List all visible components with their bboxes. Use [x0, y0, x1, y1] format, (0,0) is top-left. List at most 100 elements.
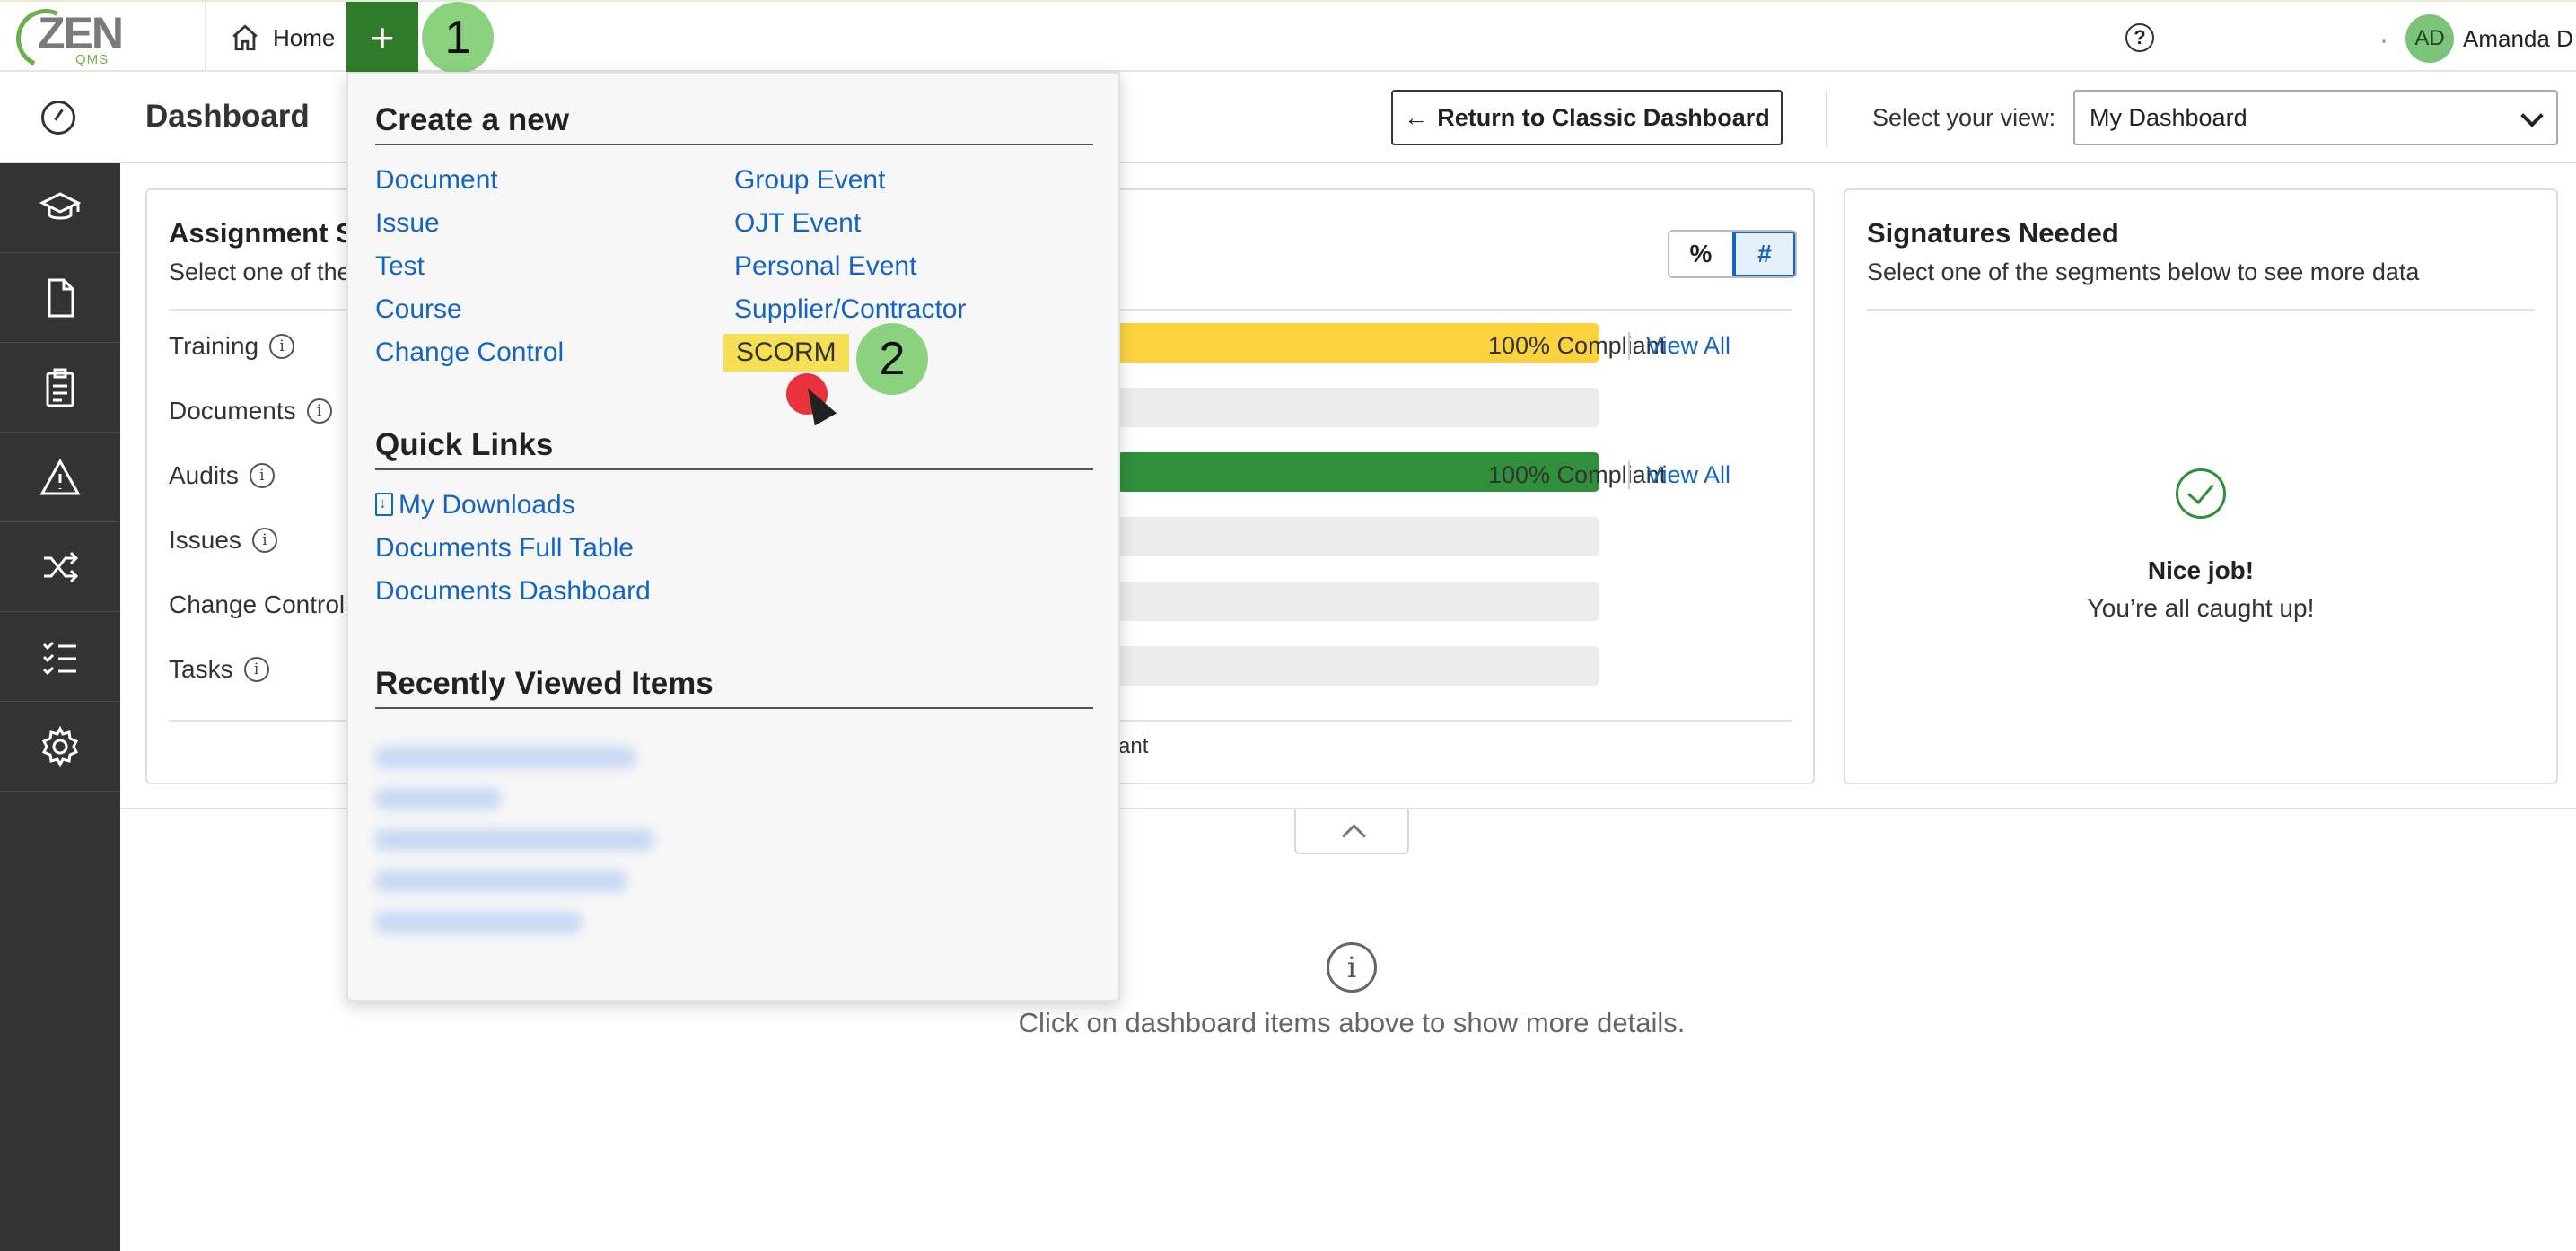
sidebar	[0, 163, 120, 1251]
return-button-label: Return to Classic Dashboard	[1437, 103, 1770, 131]
user-name[interactable]: Amanda D	[2463, 25, 2573, 53]
view-select-value: My Dashboard	[2090, 103, 2247, 131]
signatures-card-title: Signatures Needed	[1867, 217, 2119, 249]
nice-job-text: Nice job!	[2147, 556, 2255, 584]
caught-up-text: You’re all caught up!	[2087, 594, 2315, 622]
dashboard-gauge-icon	[41, 101, 75, 135]
row-label-training[interactable]: Training i	[169, 332, 295, 361]
return-classic-dashboard-button[interactable]: ← Return to Classic Dashboard	[1391, 90, 1783, 145]
row-label-audits[interactable]: Audits i	[169, 461, 275, 490]
gear-icon	[41, 725, 79, 767]
logo-subtext: QMS	[75, 52, 110, 67]
zen-qms-logo[interactable]: ZEN QMS	[7, 0, 124, 77]
arrow-left-icon: ←	[1404, 103, 1429, 131]
step-marker-1: 1	[422, 2, 494, 74]
recent-item-blurred[interactable]	[375, 788, 501, 809]
recent-item-blurred[interactable]	[375, 912, 582, 933]
sidebar-item-training[interactable]	[0, 163, 120, 253]
collapse-chevron-up-button[interactable]	[1294, 809, 1409, 854]
create-personal-event-link[interactable]: Personal Event	[734, 251, 916, 282]
chevron-down-icon	[2520, 104, 2544, 127]
info-icon[interactable]: i	[249, 463, 275, 488]
create-change-control-link[interactable]: Change Control	[375, 337, 564, 368]
toggle-percent[interactable]: %	[1669, 232, 1732, 276]
card-divider	[1867, 309, 2535, 311]
row-label-text: Audits	[169, 461, 239, 489]
row-label-text: Documents	[169, 397, 296, 424]
shuffle-icon	[44, 551, 79, 582]
create-scorm-link[interactable]: SCORM	[723, 334, 849, 372]
toggle-count[interactable]: #	[1732, 232, 1795, 276]
graduation-cap-icon	[39, 191, 82, 219]
create-new-dropdown: Create a new Document Issue Test Course …	[346, 72, 1120, 1002]
avatar[interactable]: AD	[2405, 14, 2454, 63]
heading-rule	[375, 468, 1093, 470]
recently-viewed-heading: Recently Viewed Items	[375, 666, 714, 701]
recent-item-blurred[interactable]	[375, 829, 653, 851]
documents-full-table-link[interactable]: Documents Full Table	[375, 533, 634, 564]
heading-rule	[375, 144, 1093, 145]
row-label-text: Tasks	[169, 655, 233, 683]
check-circle-icon	[2176, 468, 2226, 519]
row-label-issues[interactable]: Issues i	[169, 526, 277, 555]
create-test-link[interactable]: Test	[375, 251, 425, 282]
row-label-tasks[interactable]: Tasks i	[169, 655, 269, 684]
create-new-button[interactable]: +	[346, 2, 418, 74]
assignment-card-title: Assignment St	[169, 217, 364, 249]
create-supplier-contractor-link[interactable]: Supplier/Contractor	[734, 294, 966, 325]
info-icon: i	[1327, 942, 1377, 993]
bar-change-controls[interactable]	[1117, 582, 1599, 621]
bar-tasks[interactable]	[1117, 646, 1599, 686]
my-downloads-label: My Downloads	[399, 490, 575, 520]
download-icon	[375, 493, 393, 516]
sidebar-item-settings[interactable]	[0, 702, 120, 792]
row-label-text: Training	[169, 332, 259, 360]
view-select-label: Select your view:	[1872, 104, 2056, 131]
create-new-heading: Create a new	[375, 102, 569, 137]
row-label-documents[interactable]: Documents i	[169, 397, 332, 425]
my-downloads-link[interactable]: My Downloads	[375, 490, 575, 521]
home-tab[interactable]: Home	[205, 2, 348, 74]
info-icon[interactable]: i	[243, 657, 269, 682]
heading-rule	[375, 707, 1093, 709]
assignment-card-subtitle: Select one of the	[169, 258, 351, 285]
page-title: Dashboard	[145, 99, 310, 134]
checklist-icon	[42, 641, 76, 675]
view-all-audits-link[interactable]: View All	[1628, 461, 1730, 489]
create-issue-link[interactable]: Issue	[375, 208, 440, 239]
top-bar: ZEN QMS Home + 1 ? AD Amanda D	[0, 0, 2576, 77]
sidebar-item-audits[interactable]	[0, 343, 120, 433]
create-ojt-event-link[interactable]: OJT Event	[734, 208, 861, 239]
header-divider	[1826, 90, 1827, 147]
bar-issues[interactable]	[1117, 517, 1599, 556]
row-label-text: Change Controls	[169, 591, 358, 618]
details-hint: Click on dashboard items above to show m…	[1018, 1007, 1686, 1038]
create-course-link[interactable]: Course	[375, 294, 462, 325]
percent-count-toggle: % #	[1668, 230, 1797, 278]
quick-links-heading: Quick Links	[375, 427, 554, 462]
sidebar-item-documents[interactable]	[0, 253, 120, 343]
home-icon	[232, 24, 258, 51]
row-label-text: Issues	[169, 526, 241, 554]
info-icon[interactable]: i	[269, 334, 295, 359]
create-document-link[interactable]: Document	[375, 165, 498, 196]
view-all-training-link[interactable]: View All	[1628, 332, 1730, 360]
step-marker-2: 2	[856, 323, 928, 395]
create-group-event-link[interactable]: Group Event	[734, 165, 885, 196]
sidebar-item-issues[interactable]	[0, 433, 120, 522]
info-icon[interactable]: i	[306, 398, 332, 424]
row-label-change-controls[interactable]: Change Controls	[169, 591, 357, 619]
help-icon[interactable]: ?	[2125, 23, 2154, 52]
info-icon[interactable]: i	[251, 528, 277, 553]
recent-item-blurred[interactable]	[375, 747, 635, 768]
warning-icon	[39, 458, 81, 494]
signatures-card-subtitle: Select one of the segments below to see …	[1867, 258, 2420, 285]
view-select[interactable]: My Dashboard	[2073, 90, 2558, 145]
separator-dot	[2382, 39, 2386, 43]
sidebar-item-change-controls[interactable]	[0, 522, 120, 612]
sidebar-item-tasks[interactable]	[0, 612, 120, 702]
bar-documents[interactable]	[1117, 388, 1599, 427]
documents-dashboard-link[interactable]: Documents Dashboard	[375, 576, 651, 607]
recent-item-blurred[interactable]	[375, 870, 626, 892]
home-tab-label: Home	[273, 23, 336, 51]
